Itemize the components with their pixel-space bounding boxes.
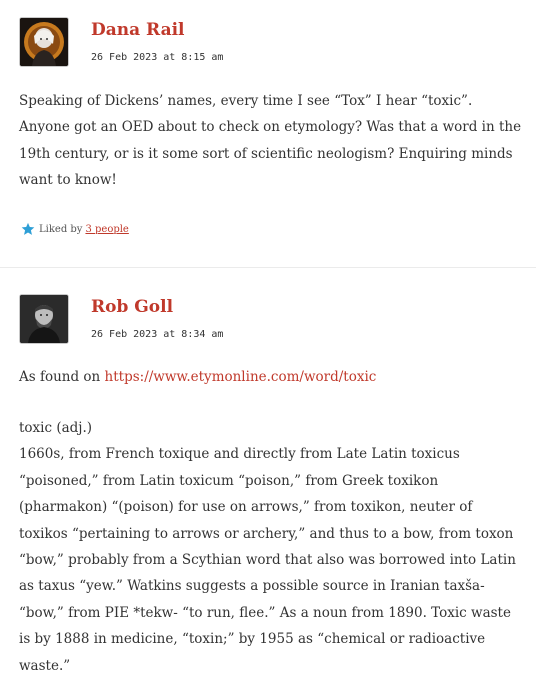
comment-intro-line: As found on https://www.etymonline.com/w… — [19, 364, 519, 390]
likes-summary: Liked by 3 people — [21, 221, 129, 237]
comment-body: toxic (adj.) 1660s, from French toxique … — [19, 415, 519, 679]
comment-body-line: as taxus “yew.” Watkins suggests a possi… — [19, 578, 485, 595]
comment-divider — [0, 267, 536, 268]
comment-body-line: want to know! — [19, 172, 117, 189]
user-avatar-icon — [20, 295, 68, 343]
comment-body-line: toxikos “pertaining to arrows or archery… — [19, 525, 514, 542]
avatar-dana-rail[interactable] — [19, 17, 69, 67]
intro-prefix: As found on — [19, 369, 105, 385]
comment-body-line: (pharmakon) “(poison) for use on arrows,… — [19, 499, 473, 516]
liked-by-label: Liked by — [39, 223, 83, 235]
comment-body-line: 19th century, or is it some sort of scie… — [19, 145, 513, 162]
etymonline-link[interactable]: https://www.etymonline.com/word/toxic — [105, 369, 377, 385]
comment-body-line: toxic (adj.) — [19, 420, 93, 436]
comment-body-line: waste.” — [19, 657, 71, 674]
comment-body-line: “bow,” from PIE *tekw- “to run, flee.” A… — [19, 604, 511, 621]
comment-intro: As found on https://www.etymonline.com/w… — [19, 364, 519, 390]
comment-author[interactable]: Dana Rail — [91, 20, 185, 40]
comment-body-line: 1660s, from French toxique and directly … — [19, 446, 460, 463]
comment-body-line: “poisoned,” from Latin toxicum “poison,”… — [19, 472, 439, 489]
liked-by-link[interactable]: 3 people — [85, 224, 128, 235]
comment-author[interactable]: Rob Goll — [91, 297, 173, 317]
user-avatar-icon — [20, 18, 68, 66]
avatar-rob-goll[interactable] — [19, 294, 69, 344]
comment-timestamp[interactable]: 26 Feb 2023 at 8:15 am — [91, 52, 223, 63]
comment-body: Speaking of Dickens’ names, every time I… — [19, 88, 522, 194]
comment-body-line: “bow,” probably from a Scythian word tha… — [19, 552, 516, 569]
comment-body-line: Anyone got an OED about to check on etym… — [19, 119, 522, 136]
comment-timestamp[interactable]: 26 Feb 2023 at 8:34 am — [91, 329, 223, 340]
comment-body-line: Speaking of Dickens’ names, every time I… — [19, 93, 473, 109]
star-icon — [21, 222, 35, 235]
comment-body-line: is by 1888 in medicine, “toxin;” by 1955… — [19, 631, 486, 648]
